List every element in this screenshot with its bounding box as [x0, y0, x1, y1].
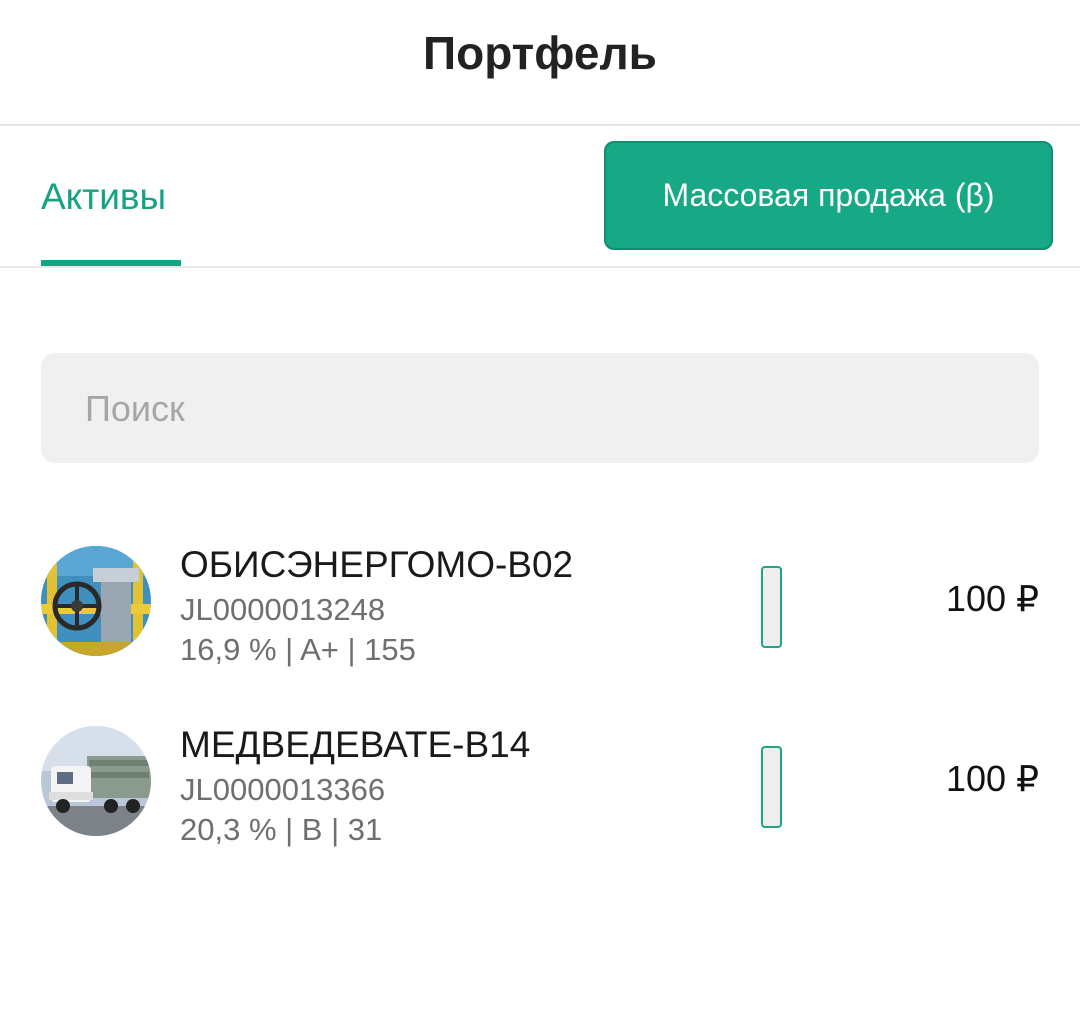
- truck-photo-icon: [41, 726, 151, 836]
- mass-sell-button[interactable]: Массовая продажа (β): [604, 141, 1053, 250]
- search-box[interactable]: [41, 353, 1039, 465]
- asset-id: JL0000013248: [180, 592, 386, 627]
- page-title: Портфель: [423, 27, 657, 79]
- asset-id: JL0000013366: [180, 772, 386, 807]
- asset-name: ОБИСЭНЕРГОМО-В02: [180, 544, 574, 585]
- quantity-slider[interactable]: [761, 746, 782, 828]
- tab-assets[interactable]: Активы: [41, 126, 181, 266]
- tab-assets-label: Активы: [41, 176, 167, 217]
- asset-price: 100 ₽: [946, 758, 1039, 799]
- asset-row[interactable]: ОБИСЭНЕРГОМО-В02 JL0000013248 16,9 % | A…: [0, 544, 1080, 696]
- industrial-valve-photo-icon: [41, 546, 151, 656]
- asset-name: МЕДВЕДЕВАТЕ-В14: [180, 724, 531, 765]
- asset-price: 100 ₽: [946, 578, 1039, 619]
- asset-rate-rating-term: 16,9 % | A+ | 155: [180, 632, 416, 667]
- app-header: Портфель: [0, 0, 1080, 126]
- asset-row[interactable]: МЕДВЕДЕВАТЕ-В14 JL0000013366 20,3 % | B …: [0, 724, 1080, 876]
- quantity-slider[interactable]: [761, 566, 782, 648]
- portfolio-screen: Портфель Активы Массовая продажа (β) Пои…: [0, 0, 1080, 1033]
- search-input[interactable]: [83, 353, 987, 465]
- tab-active-indicator: [41, 260, 181, 266]
- asset-rate-rating-term: 20,3 % | B | 31: [180, 812, 383, 847]
